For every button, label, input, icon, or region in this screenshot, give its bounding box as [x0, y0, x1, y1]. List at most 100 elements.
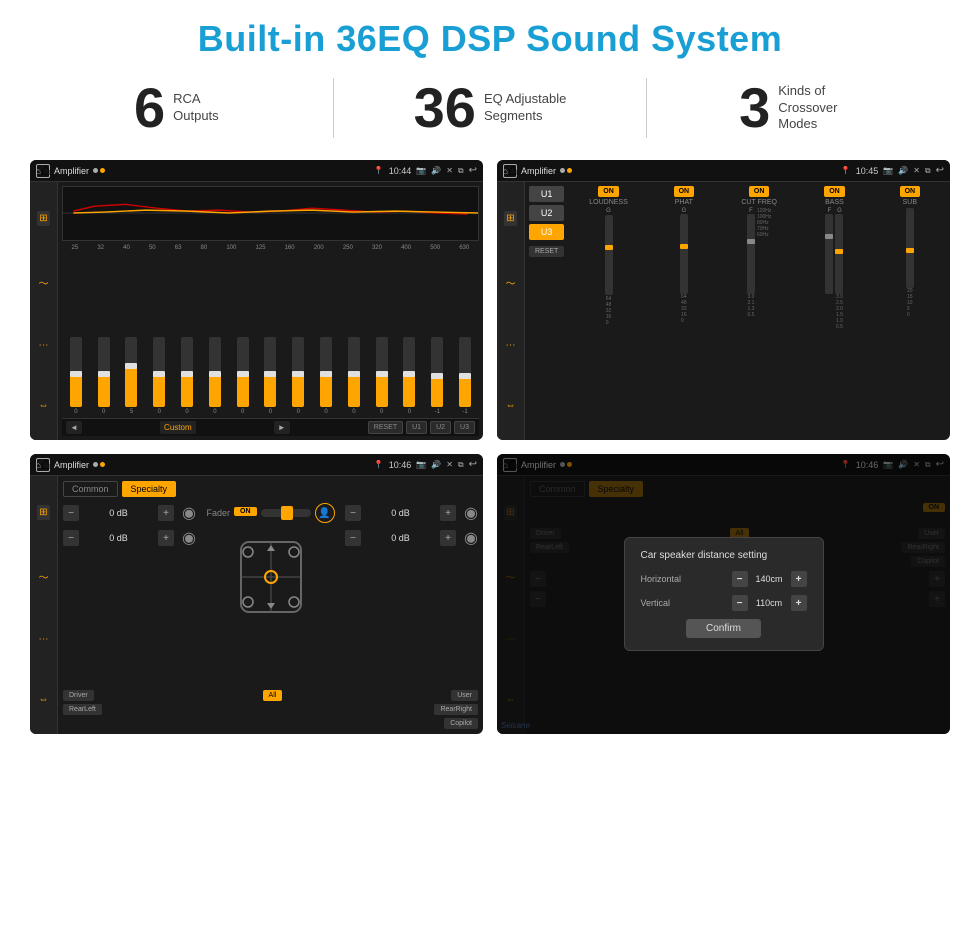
- phat-on-btn[interactable]: ON: [674, 186, 695, 197]
- eq-thumb-12[interactable]: [376, 371, 388, 377]
- phat-track[interactable]: [680, 214, 688, 294]
- sub-thumb[interactable]: [906, 248, 914, 253]
- eq-track-9[interactable]: [292, 337, 304, 407]
- dialog-v-plus-btn[interactable]: +: [791, 595, 807, 611]
- fader-h-thumb[interactable]: [281, 506, 293, 520]
- user-btn[interactable]: User: [451, 690, 478, 701]
- loudness-on-btn[interactable]: ON: [598, 186, 619, 197]
- all-btn[interactable]: All: [263, 690, 283, 701]
- fader-h-slider[interactable]: [261, 509, 311, 517]
- vol-minus-3[interactable]: −: [345, 505, 361, 521]
- eq-track-11[interactable]: [348, 337, 360, 407]
- crossover-u2-btn[interactable]: U2: [529, 205, 564, 221]
- crossover-reset-btn[interactable]: RESET: [529, 246, 564, 257]
- cutfreq-on-btn[interactable]: ON: [749, 186, 770, 197]
- crossover-arrows-icon[interactable]: ⇔: [506, 400, 516, 411]
- crossover-back-icon[interactable]: ↩: [936, 165, 944, 176]
- vol-plus-1[interactable]: +: [158, 505, 174, 521]
- eq-thumb-1[interactable]: [70, 371, 82, 377]
- fader-home-icon[interactable]: ⌂: [36, 458, 50, 472]
- rearleft-btn[interactable]: RearLeft: [63, 704, 102, 715]
- crossover-more-icon[interactable]: ⋯: [506, 340, 516, 351]
- sub-track[interactable]: [906, 208, 914, 288]
- sub-on-btn[interactable]: ON: [900, 186, 921, 197]
- eq-track-1[interactable]: [70, 337, 82, 407]
- bass-track[interactable]: [825, 214, 833, 294]
- driver-btn[interactable]: Driver: [63, 690, 94, 701]
- eq-reset-btn[interactable]: RESET: [368, 421, 403, 434]
- eq-u2-btn[interactable]: U2: [430, 421, 451, 434]
- eq-thumb-3[interactable]: [125, 363, 137, 369]
- crossover-home-icon[interactable]: ⌂: [503, 164, 517, 178]
- crossover-u1-btn[interactable]: U1: [529, 186, 564, 202]
- eq-thumb-10[interactable]: [320, 371, 332, 377]
- crossover-wave-icon[interactable]: 〜: [506, 275, 516, 290]
- fader-arrows-icon[interactable]: ⇔: [39, 694, 49, 705]
- bass-g-track[interactable]: [835, 214, 843, 294]
- cutfreq-track[interactable]: [747, 214, 755, 294]
- bass-g-thumb[interactable]: [835, 249, 843, 254]
- vol-minus-1[interactable]: −: [63, 505, 79, 521]
- eq-track-14[interactable]: [431, 337, 443, 407]
- fader-wave-icon[interactable]: 〜: [39, 569, 49, 584]
- eq-thumb-15[interactable]: [459, 373, 471, 379]
- fader-back-icon[interactable]: ↩: [469, 459, 477, 470]
- eq-wave-icon[interactable]: 〜: [39, 275, 49, 290]
- eq-thumb-11[interactable]: [348, 371, 360, 377]
- vol-minus-2[interactable]: −: [63, 530, 79, 546]
- eq-thumb-5[interactable]: [181, 371, 193, 377]
- eq-thumb-14[interactable]: [431, 373, 443, 379]
- fader-tab-common[interactable]: Common: [63, 481, 118, 497]
- eq-thumb-6[interactable]: [209, 371, 221, 377]
- eq-home-icon[interactable]: ⌂: [36, 164, 50, 178]
- eq-arrows-icon[interactable]: ⇔: [39, 400, 49, 411]
- eq-thumb-4[interactable]: [153, 371, 165, 377]
- eq-back-icon[interactable]: ↩: [469, 165, 477, 176]
- fader-on-btn[interactable]: ON: [234, 507, 257, 516]
- eq-track-2[interactable]: [98, 337, 110, 407]
- eq-u3-btn[interactable]: U3: [454, 421, 475, 434]
- eq-track-5[interactable]: [181, 337, 193, 407]
- phat-thumb[interactable]: [680, 244, 688, 249]
- eq-track-4[interactable]: [153, 337, 165, 407]
- bass-on-btn[interactable]: ON: [824, 186, 845, 197]
- crossover-u3-btn[interactable]: U3: [529, 224, 564, 240]
- eq-track-8[interactable]: [264, 337, 276, 407]
- eq-filter-icon[interactable]: ⊞: [37, 211, 49, 226]
- eq-thumb-7[interactable]: [237, 371, 249, 377]
- dialog-h-minus-btn[interactable]: −: [732, 571, 748, 587]
- eq-track-12[interactable]: [376, 337, 388, 407]
- eq-thumb-8[interactable]: [264, 371, 276, 377]
- eq-thumb-9[interactable]: [292, 371, 304, 377]
- copilot-btn[interactable]: Copilot: [444, 718, 478, 729]
- cutfreq-thumb[interactable]: [747, 239, 755, 244]
- eq-thumb-2[interactable]: [98, 371, 110, 377]
- dialog-confirm-btn[interactable]: Confirm: [686, 619, 761, 638]
- vol-minus-4[interactable]: −: [345, 530, 361, 546]
- fader-more-icon[interactable]: ⋯: [39, 634, 49, 645]
- eq-track-13[interactable]: [403, 337, 415, 407]
- dialog-v-minus-btn[interactable]: −: [732, 595, 748, 611]
- vol-plus-3[interactable]: +: [440, 505, 456, 521]
- dialog-h-plus-btn[interactable]: +: [791, 571, 807, 587]
- fader-tab-specialty[interactable]: Specialty: [122, 481, 177, 497]
- eq-track-6[interactable]: [209, 337, 221, 407]
- rearright-btn[interactable]: RearRight: [434, 704, 478, 715]
- eq-next-btn[interactable]: ►: [274, 421, 290, 434]
- bass-thumb[interactable]: [825, 234, 833, 239]
- eq-track-3[interactable]: [125, 337, 137, 407]
- loudness-track[interactable]: [605, 215, 613, 295]
- eq-track-15[interactable]: [459, 337, 471, 407]
- fader-filter-icon[interactable]: ⊞: [37, 505, 49, 520]
- profile-icon[interactable]: 👤: [315, 503, 335, 523]
- crossover-filter-icon[interactable]: ⊞: [504, 211, 516, 226]
- loudness-thumb[interactable]: [605, 245, 613, 250]
- eq-track-10[interactable]: [320, 337, 332, 407]
- eq-thumb-13[interactable]: [403, 371, 415, 377]
- eq-track-7[interactable]: [237, 337, 249, 407]
- vol-plus-4[interactable]: +: [440, 530, 456, 546]
- eq-u1-btn[interactable]: U1: [406, 421, 427, 434]
- eq-prev-btn[interactable]: ◄: [66, 421, 82, 434]
- eq-more-icon[interactable]: ⋯: [39, 340, 49, 351]
- vol-plus-2[interactable]: +: [158, 530, 174, 546]
